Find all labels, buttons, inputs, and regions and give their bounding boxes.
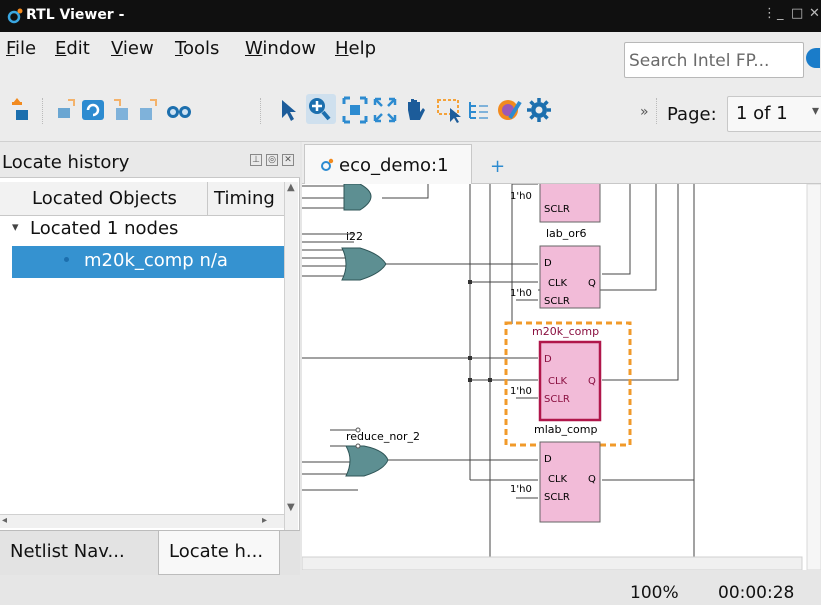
menu-bar: File Edit View Tools Window Help Search … bbox=[0, 32, 821, 82]
tab-locate-history[interactable]: Locate h... bbox=[158, 531, 280, 575]
locate-history-panel: Locate history ⊥ ◎ ✕ Located Objects Tim… bbox=[0, 142, 300, 570]
tab-netlist-navigator[interactable]: Netlist Nav... bbox=[0, 531, 156, 575]
fit-window-icon[interactable] bbox=[342, 96, 368, 124]
menu-edit[interactable]: Edit bbox=[55, 38, 90, 59]
panel-tab-bar: Netlist Nav... Locate h... bbox=[0, 530, 300, 575]
scroll-right-icon[interactable]: ▸ bbox=[262, 515, 267, 526]
close-panel-icon[interactable]: ✕ bbox=[282, 154, 294, 166]
toolbar: » Page: 1 of 1 ▾ bbox=[0, 82, 821, 142]
horizontal-scrollbar[interactable]: ◂ ▸ bbox=[0, 514, 284, 528]
toolbar-separator bbox=[260, 98, 262, 124]
pin-clk-label: CLK bbox=[548, 474, 568, 485]
expand-arrow-icon[interactable]: ▾ bbox=[12, 220, 19, 235]
find-icon[interactable] bbox=[166, 96, 192, 124]
node-bullet-icon bbox=[64, 257, 69, 262]
pin-sclr-label: SCLR bbox=[544, 492, 570, 503]
pin-q-label: Q bbox=[588, 474, 596, 485]
ff-label-mlab-comp: mlab_comp bbox=[534, 423, 597, 436]
gate-label-reduce-nor-2: reduce_nor_2 bbox=[346, 430, 420, 443]
pin-q-label: Q bbox=[588, 278, 596, 289]
menu-help[interactable]: Help bbox=[335, 38, 376, 59]
document-tab-bar: eco_demo:1 + bbox=[302, 142, 821, 184]
window-title: RTL Viewer - bbox=[26, 7, 125, 23]
window-menu-icon[interactable]: ⋮ bbox=[763, 6, 776, 21]
color-settings-icon[interactable] bbox=[496, 96, 522, 124]
search-input[interactable]: Search Intel FP... bbox=[624, 42, 804, 78]
window-title-bar: RTL Viewer - ⋮ _ □ ✕ bbox=[0, 0, 821, 32]
toolbar-overflow-button[interactable]: » bbox=[640, 104, 649, 120]
hand-icon[interactable] bbox=[402, 96, 428, 124]
hierarchy-icon[interactable] bbox=[466, 96, 492, 124]
tree-group-located[interactable]: ▾ Located 1 nodes bbox=[0, 216, 284, 246]
page-select-value: 1 of 1 bbox=[736, 103, 788, 124]
pin-d-label: D bbox=[544, 454, 552, 465]
select-icon[interactable] bbox=[276, 96, 302, 124]
zoom-level: 100% bbox=[630, 583, 679, 603]
tab-eco-demo[interactable]: eco_demo:1 bbox=[304, 144, 472, 184]
menu-file[interactable]: File bbox=[6, 38, 36, 59]
scroll-up-icon[interactable]: ▲ bbox=[287, 182, 295, 193]
rtl-viewer-tab-icon bbox=[321, 158, 334, 171]
toolbar-separator bbox=[656, 98, 658, 124]
move-up-icon[interactable] bbox=[10, 96, 36, 124]
const-label: 1'h0 bbox=[510, 386, 532, 397]
move-down-icon[interactable] bbox=[52, 96, 78, 124]
rtl-viewer-app-icon bbox=[7, 8, 23, 24]
search-button[interactable] bbox=[806, 48, 820, 68]
pin-q-label: Q bbox=[588, 376, 596, 387]
float-icon[interactable]: ◎ bbox=[266, 154, 278, 166]
page-select[interactable]: 1 of 1 ▾ bbox=[727, 96, 821, 132]
tree-group-label: Located 1 nodes bbox=[30, 218, 179, 239]
column-headers: Located Objects Timing bbox=[0, 182, 284, 216]
tab-label: eco_demo:1 bbox=[339, 155, 449, 176]
full-screen-icon[interactable] bbox=[372, 96, 398, 124]
panel-title: Locate history bbox=[2, 152, 130, 173]
scroll-down-icon[interactable]: ▼ bbox=[287, 502, 295, 513]
pin-d-label: D bbox=[544, 258, 552, 269]
pin-sclr-label: SCLR bbox=[544, 296, 570, 307]
pin-sclr-label: SCLR bbox=[544, 394, 570, 405]
zoom-icon[interactable] bbox=[306, 94, 336, 124]
status-bar: 100% 00:00:28 bbox=[0, 575, 821, 605]
pin-icon[interactable]: ⊥ bbox=[250, 154, 262, 166]
schematic-drawing: 1'h0 SCLR lab_or6 D CLK Q SCLR 1'h0 m20k… bbox=[302, 184, 821, 570]
elapsed-time: 00:00:28 bbox=[718, 583, 795, 603]
pin-clk-label: CLK bbox=[548, 278, 568, 289]
chevron-down-icon: ▾ bbox=[812, 103, 820, 119]
const-label: 1'h0 bbox=[510, 191, 532, 202]
settings-icon[interactable] bbox=[526, 96, 552, 124]
back-icon[interactable] bbox=[108, 96, 134, 124]
column-located-objects[interactable]: Located Objects bbox=[0, 182, 208, 216]
add-tab-button[interactable]: + bbox=[478, 144, 518, 184]
forward-icon[interactable] bbox=[136, 96, 162, 124]
ff-label-lab-or6: lab_or6 bbox=[546, 227, 587, 240]
tree-item-label: m20k_comp n/a bbox=[84, 250, 228, 271]
const-label: 1'h0 bbox=[510, 288, 532, 299]
schematic-canvas[interactable]: 1'h0 SCLR lab_or6 D CLK Q SCLR 1'h0 m20k… bbox=[302, 184, 821, 570]
menu-window[interactable]: Window bbox=[245, 38, 316, 59]
scroll-left-icon[interactable]: ◂ bbox=[2, 515, 7, 526]
panel-header: Locate history ⊥ ◎ ✕ bbox=[0, 142, 300, 178]
column-timing[interactable]: Timing bbox=[208, 182, 284, 216]
page-label: Page: bbox=[667, 104, 717, 125]
pin-sclr-label: SCLR bbox=[544, 204, 570, 215]
minimize-icon[interactable]: _ bbox=[777, 6, 784, 21]
toolbar-separator bbox=[42, 98, 44, 124]
const-label: 1'h0 bbox=[510, 484, 532, 495]
pin-clk-label: CLK bbox=[548, 376, 568, 387]
close-icon[interactable]: ✕ bbox=[809, 6, 820, 21]
vertical-scrollbar[interactable]: ▲ ▼ bbox=[284, 182, 298, 550]
refresh-icon[interactable] bbox=[80, 96, 106, 124]
rubber-band-icon[interactable] bbox=[436, 96, 462, 124]
gate-label-i22: i22 bbox=[346, 230, 363, 243]
window-controls: ⋮ _ □ ✕ bbox=[751, 6, 821, 26]
pin-d-label: D bbox=[544, 354, 552, 365]
tree-item-m20k-comp[interactable]: m20k_comp n/a bbox=[12, 246, 284, 278]
menu-tools[interactable]: Tools bbox=[175, 38, 219, 59]
maximize-icon[interactable]: □ bbox=[791, 6, 803, 21]
menu-view[interactable]: View bbox=[111, 38, 154, 59]
ff-label-m20k-comp: m20k_comp bbox=[532, 325, 599, 338]
